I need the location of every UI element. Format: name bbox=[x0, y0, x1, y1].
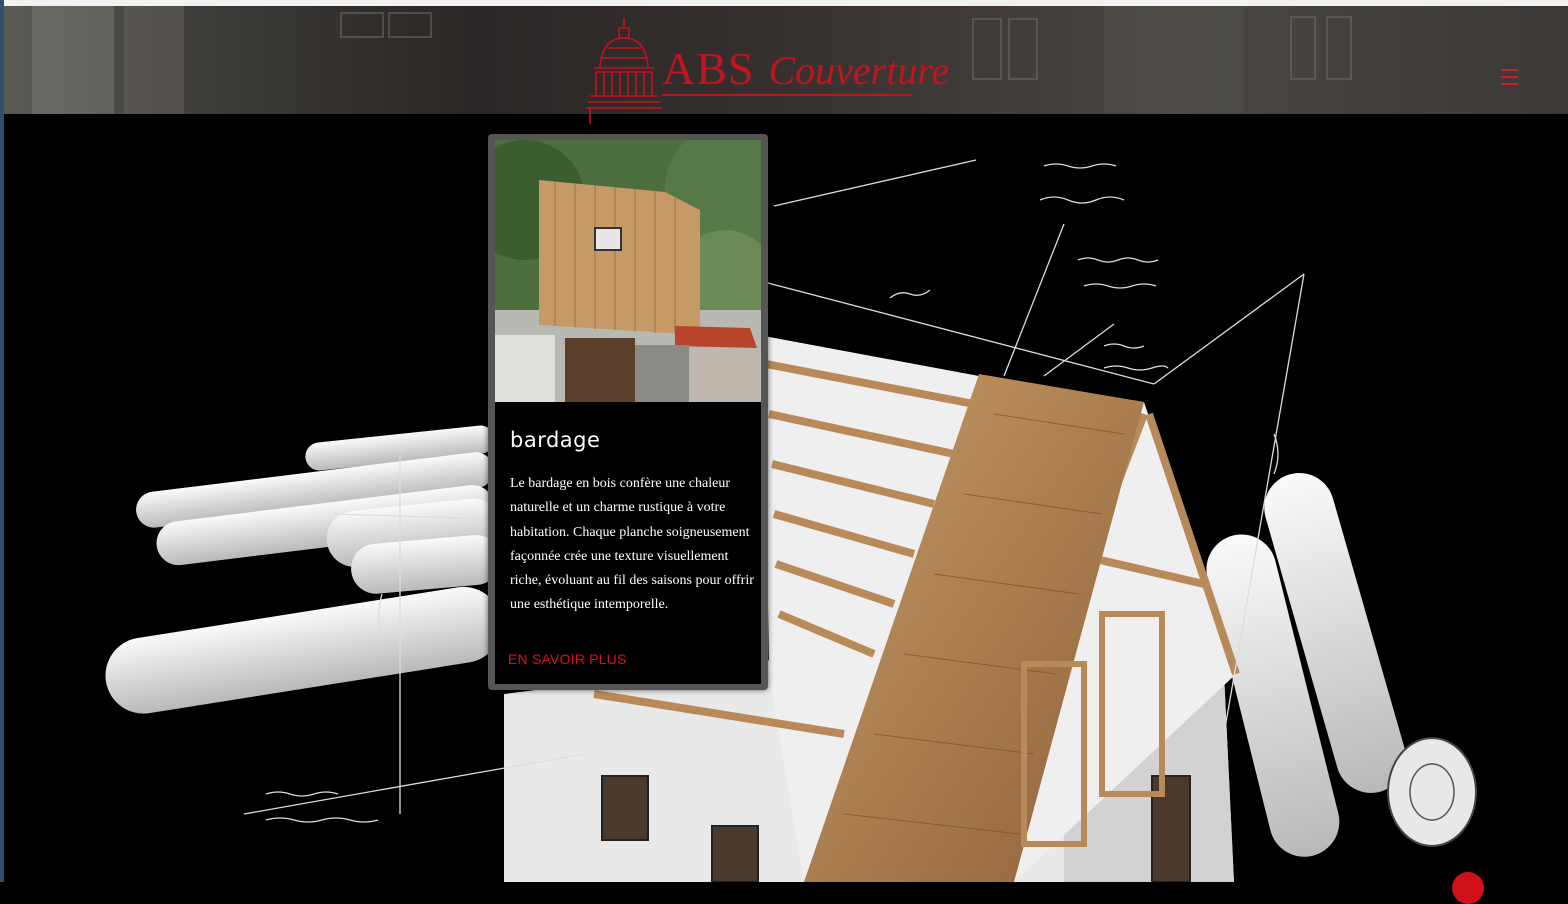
service-card-title: bardage bbox=[510, 428, 601, 452]
service-card-description: Le bardage en bois confère une chaleur n… bbox=[510, 476, 754, 613]
capitol-dome-icon bbox=[586, 18, 662, 124]
logo-brand: ABS bbox=[662, 43, 755, 94]
service-card[interactable]: bardage Le bardage en bois confère une c… bbox=[488, 134, 768, 690]
logo-underline bbox=[662, 94, 912, 96]
header-background-pillar bbox=[1104, 6, 1244, 114]
learn-more-link[interactable]: EN SAVOIR PLUS bbox=[508, 651, 626, 667]
blueprint-rolls-left bbox=[105, 425, 502, 714]
header-background-pillar bbox=[32, 6, 114, 114]
header-background-window bbox=[1008, 18, 1038, 80]
header-background-window bbox=[1326, 16, 1352, 80]
service-card-body: bardage Le bardage en bois confère une c… bbox=[495, 402, 761, 684]
header-background-window bbox=[1290, 16, 1316, 80]
window-left-border bbox=[0, 0, 4, 882]
service-card-image bbox=[495, 140, 761, 402]
site-logo[interactable]: ABS Couverture bbox=[584, 14, 949, 126]
header-background-window bbox=[340, 12, 384, 38]
hamburger-menu-icon[interactable] bbox=[1501, 69, 1518, 85]
scroll-to-top-button[interactable] bbox=[1452, 872, 1484, 904]
wood-cladding-house-photo bbox=[495, 140, 761, 402]
header-background-pillar bbox=[124, 6, 184, 114]
menu-icon-bar bbox=[1501, 83, 1518, 85]
blueprint-rolls-right bbox=[1206, 472, 1477, 857]
header-background-window bbox=[972, 18, 1002, 80]
roof-blueprint-background bbox=[105, 159, 1477, 882]
menu-icon-bar bbox=[1501, 76, 1518, 78]
logo-wordmark: ABS Couverture bbox=[662, 42, 949, 95]
header-background-window bbox=[388, 12, 432, 38]
menu-icon-bar bbox=[1501, 69, 1518, 71]
logo-name: Couverture bbox=[768, 48, 950, 93]
